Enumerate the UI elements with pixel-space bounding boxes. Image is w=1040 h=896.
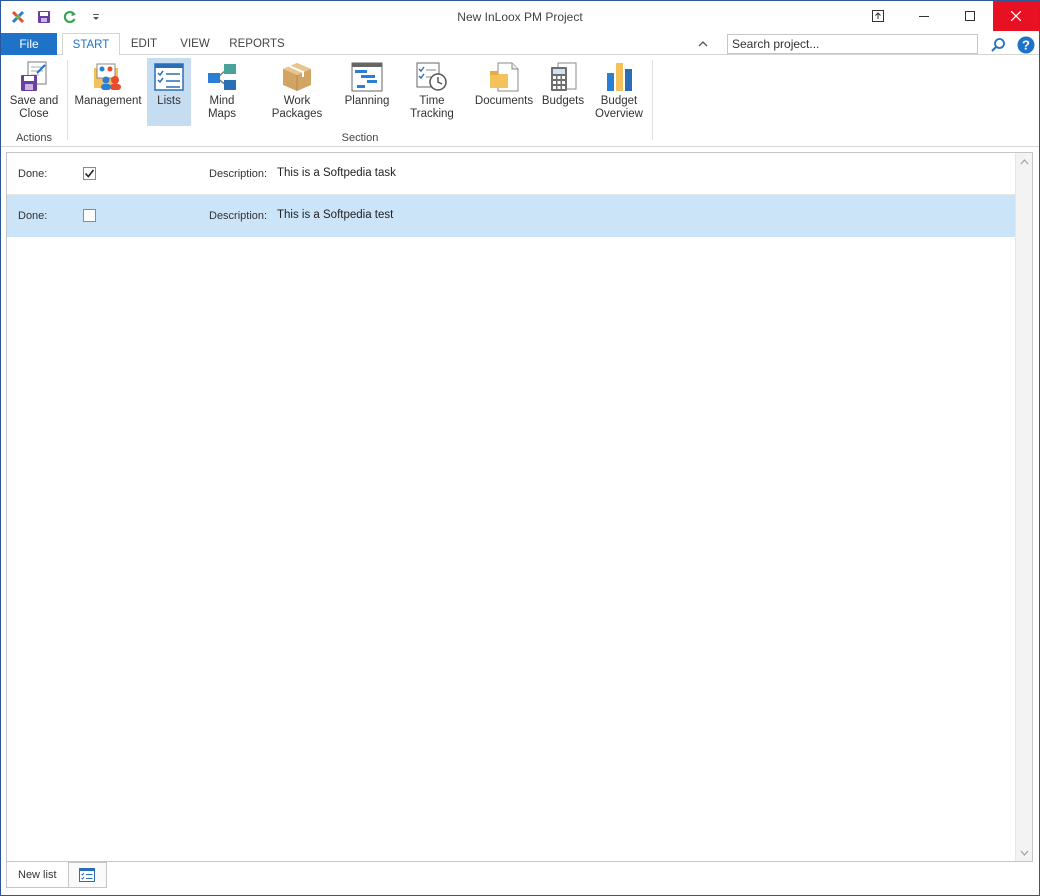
work-packages-icon [280,60,314,94]
mind-maps-label: Mind Maps [207,95,237,120]
budget-overview-icon [602,60,636,94]
description-value[interactable]: This is a Softpedia task [277,167,396,179]
ribbon: Save and Close Actions Management Lists … [1,55,1039,147]
done-checkbox[interactable] [83,167,96,180]
ribbon-tab-row: File START EDIT VIEW REPORTS ? [1,33,1039,56]
tab-start[interactable]: START [62,33,120,56]
add-list-button[interactable] [68,862,107,888]
documents-icon [487,60,521,94]
section-group-label: Section [341,132,379,144]
planning-icon [350,60,384,94]
save-and-close-button[interactable]: Save and Close [7,58,61,126]
management-icon [91,60,125,94]
time-tracking-icon [415,60,449,94]
svg-text:?: ? [1022,38,1030,53]
description-value[interactable]: This is a Softpedia test [277,209,393,221]
mind-maps-icon [205,60,239,94]
inloox-logo-icon[interactable] [5,6,31,28]
done-label: Done: [18,168,48,180]
documents-button[interactable]: Documents [473,58,535,126]
refresh-icon[interactable] [57,6,83,28]
vertical-scrollbar[interactable] [1015,153,1032,861]
search-icon[interactable] [987,34,1009,56]
title-bar: New InLoox PM Project [1,1,1039,33]
group-separator [652,60,653,140]
budget-overview-label: Budget Overview [595,95,643,120]
app-window: New InLoox PM Project File START EDIT VI… [0,0,1040,896]
table-row[interactable]: Done: Description: This is a Softpedia t… [7,153,1015,195]
list-view: Done: Description: This is a Softpedia t… [6,152,1033,862]
tab-new-list[interactable]: New list [6,862,69,888]
budgets-icon [546,60,580,94]
group-separator [67,60,68,140]
close-button[interactable] [993,1,1039,31]
management-label: Management [74,95,142,107]
window-controls [855,1,1039,31]
documents-label: Documents [474,95,534,107]
tab-reports[interactable]: REPORTS [227,33,287,55]
done-label: Done: [18,210,48,222]
description-label: Description: [209,210,268,222]
minimize-button[interactable] [901,1,947,31]
save-and-close-label: Save and Close [9,95,59,120]
file-tab[interactable]: File [1,33,57,55]
scroll-down-icon[interactable] [1016,844,1033,861]
task-list: Done: Description: This is a Softpedia t… [7,153,1015,237]
table-row[interactable]: Done: Description: This is a Softpedia t… [7,195,1015,237]
lists-button[interactable]: Lists [147,58,191,126]
lists-icon [152,60,186,94]
help-icon[interactable]: ? [1015,34,1037,56]
time-tracking-label: Time Tracking [410,95,454,120]
tab-edit[interactable]: EDIT [124,33,164,55]
management-button[interactable]: Management [73,58,143,126]
done-checkbox[interactable] [83,209,96,222]
budget-overview-button[interactable]: Budget Overview [591,58,647,126]
planning-label: Planning [344,95,390,107]
ribbon-display-options-button[interactable] [855,1,901,31]
list-tabs: New list [6,862,107,888]
checkmark-icon [84,169,95,178]
maximize-button[interactable] [947,1,993,31]
save-and-close-icon [17,60,51,94]
budgets-button[interactable]: Budgets [539,58,587,126]
scroll-up-icon[interactable] [1016,153,1033,170]
lists-label: Lists [157,95,181,107]
save-icon[interactable] [31,6,57,28]
budgets-label: Budgets [541,95,585,107]
quick-access-toolbar [5,6,109,28]
search-input[interactable] [727,34,978,54]
tab-view[interactable]: VIEW [173,33,217,55]
description-label: Description: [209,168,268,180]
collapse-ribbon-icon[interactable] [695,36,711,52]
work-packages-button[interactable]: Work Packages [257,58,337,126]
mind-maps-button[interactable]: Mind Maps [194,58,250,126]
work-packages-label: Work Packages [271,95,323,120]
planning-button[interactable]: Planning [343,58,391,126]
customize-dropdown-icon[interactable] [83,6,109,28]
actions-group-label: Actions [15,132,53,144]
add-list-icon [79,868,96,882]
time-tracking-button[interactable]: Time Tracking [397,58,467,126]
